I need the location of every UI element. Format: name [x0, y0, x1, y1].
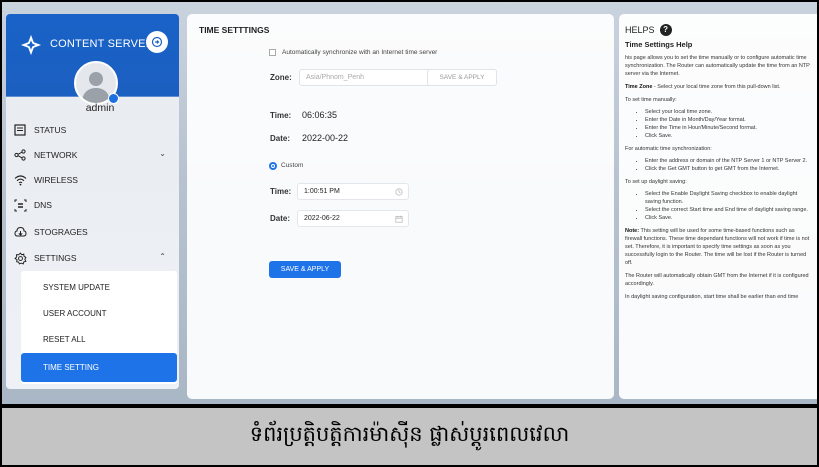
zone-save-apply-button[interactable]: SAVE & APPLY [427, 69, 497, 86]
zone-label: Zone: [270, 73, 292, 82]
save-apply-button[interactable]: SAVE & APPLY [269, 261, 341, 278]
settings-submenu: SYSTEM UPDATE USER ACCOUNT RESET ALL TIM… [21, 271, 177, 384]
help-manual-list: Select your local time zone. Enter the D… [625, 108, 811, 140]
custom-time-value: 1:00:51 PM [304, 188, 340, 195]
sidebar-item-storages[interactable]: STOGRAGES [12, 220, 172, 244]
brand-logo-icon [20, 34, 42, 56]
help-auto-list: Enter the address or domain of the NTP S… [625, 157, 811, 173]
help-title-text: HELPS [625, 25, 655, 35]
list-item: Enter the Date in Month/Day/Year format. [645, 116, 811, 124]
app-screen: CONTENT SERVER admin STATUS NETWORK ⌄ WI… [2, 2, 817, 404]
calendar-icon [395, 215, 403, 223]
help-gmt: The Router will automatically obtain GMT… [625, 273, 809, 287]
sidebar-item-dns[interactable]: DNS [12, 193, 172, 217]
help-note: Note: This setting will be used for some… [625, 227, 811, 267]
wifi-icon [12, 172, 28, 188]
sidebar-item-label: SETTINGS [34, 253, 77, 263]
submenu-item-reset-all[interactable]: RESET ALL [21, 326, 177, 353]
custom-time-label: Time: [270, 187, 292, 196]
sidebar-item-label: STATUS [34, 125, 67, 135]
help-manual-heading: To set time manually: [625, 97, 677, 103]
custom-label: Custom [281, 162, 304, 169]
username: admin [85, 102, 115, 114]
submenu-item-time-setting[interactable]: TIME SETTING [21, 353, 177, 382]
page-title: TIME SETTTINGS [199, 25, 270, 35]
time-settings-panel: TIME SETTTINGS Automatically synchronize… [187, 14, 614, 399]
custom-date-input[interactable]: 2022-06-22 [297, 210, 409, 227]
custom-date-label: Date: [270, 214, 291, 223]
sidebar-item-label: STOGRAGES [34, 227, 88, 237]
help-dst-note: In daylight saving configuration, start … [625, 294, 799, 300]
help-icon: ? [659, 24, 672, 36]
logout-button[interactable] [146, 31, 168, 53]
gear-icon [12, 250, 28, 266]
storage-icon [12, 224, 28, 240]
sidebar-item-label: WIRELESS [34, 175, 78, 185]
sidebar-item-status[interactable]: STATUS [12, 118, 172, 142]
list-item: Select the correct Start time and End ti… [645, 206, 811, 214]
custom-radio[interactable] [269, 162, 277, 170]
help-dst-heading: To set up daylight saving: [625, 179, 687, 185]
help-panel: HELPS ? Time Settings Help his page allo… [619, 14, 817, 399]
sidebar-item-label: NETWORK [34, 150, 78, 160]
submenu-item-system-update[interactable]: SYSTEM UPDATE [21, 274, 177, 301]
help-subtitle: Time Settings Help [625, 40, 693, 49]
custom-date-value: 2022-06-22 [304, 215, 340, 222]
list-item: Select the Enable Daylight Saving checkb… [645, 190, 811, 206]
time-label: Time: [270, 111, 292, 120]
clock-icon [395, 188, 403, 196]
help-note-bold: Note: [625, 228, 640, 234]
sidebar-item-network[interactable]: NETWORK ⌄ [12, 143, 172, 167]
current-date: 2022-00-22 [302, 133, 349, 143]
brand-name: CONTENT SERVER [50, 38, 154, 50]
dns-icon [12, 197, 28, 213]
chevron-up-icon: ⌃ [159, 252, 166, 261]
help-auto-heading: For automatic time synchronization: [625, 146, 712, 152]
help-zone-text: - Select your local time zone from this … [652, 84, 781, 90]
chevron-down-icon: ⌄ [159, 149, 166, 158]
status-icon [12, 122, 28, 138]
sidebar-item-wireless[interactable]: WIRELESS [12, 168, 172, 192]
help-title: HELPS ? [625, 24, 811, 36]
current-time: 06:06:35 [302, 110, 338, 120]
list-item: Click the Get GMT button to get GMT from… [645, 165, 811, 173]
list-item: Enter the address or domain of the NTP S… [645, 157, 811, 165]
share-icon [12, 147, 28, 163]
date-label: Date: [270, 134, 291, 143]
submenu-item-user-account[interactable]: USER ACCOUNT [21, 300, 177, 327]
help-note-text: This setting will be used for some time-… [625, 228, 810, 266]
help-zone-bold: Time Zone [625, 84, 653, 90]
auto-sync-label: Automatically synchronize with an Intern… [282, 49, 438, 56]
help-dst-list: Select the Enable Daylight Saving checkb… [625, 190, 811, 222]
list-item: Click Save. [645, 214, 811, 222]
list-item: Enter the Time in Hour/Minute/Second for… [645, 124, 811, 132]
list-item: Click Save. [645, 132, 811, 140]
sidebar-item-settings[interactable]: SETTINGS ⌃ [12, 246, 172, 270]
frame: CONTENT SERVER admin STATUS NETWORK ⌄ WI… [0, 0, 819, 467]
custom-time-input[interactable]: 1:00:51 PM [297, 183, 409, 200]
caption: ទំព័រប្រត្តិបត្តិការម៉ាស៊ីន ផ្លាស់ប្ដូរព… [2, 406, 817, 465]
help-intro: his page allows you to set the time manu… [625, 55, 810, 77]
list-item: Select your local time zone. [645, 108, 811, 116]
auto-sync-checkbox[interactable] [269, 49, 276, 56]
zone-select-value: Asia/Phnom_Penh [306, 74, 364, 81]
sidebar-item-label: DNS [34, 200, 52, 210]
help-zone: Time Zone - Select your local time zone … [625, 83, 811, 91]
logout-icon [151, 36, 163, 48]
